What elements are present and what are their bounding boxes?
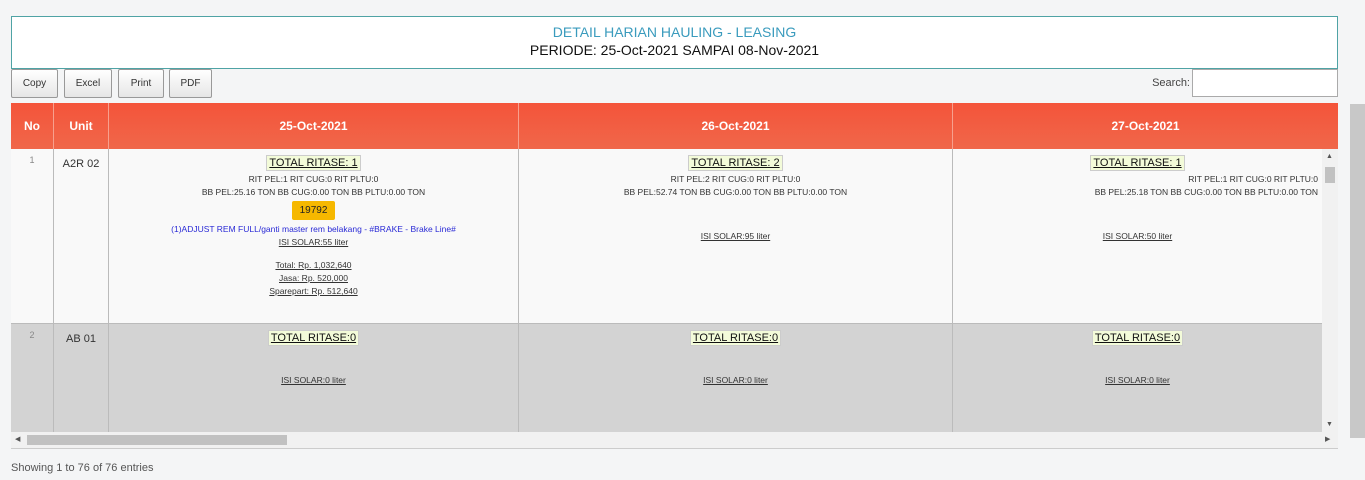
report-title-box: DETAIL HARIAN HAULING - LEASING PERIODE:… xyxy=(11,16,1338,69)
row-number: 1 xyxy=(11,149,54,323)
report-period: PERIODE: 25-Oct-2021 SAMPAI 08-Nov-2021 xyxy=(529,42,820,58)
total-ritase-link[interactable]: TOTAL RITASE:0 xyxy=(267,330,360,346)
solar-link[interactable]: ISI SOLAR:0 liter xyxy=(109,375,518,385)
day-cell: TOTAL RITASE:0 ISI SOLAR:0 liter xyxy=(953,324,1322,433)
tonnage-detail: BB PEL:52.74 TON BB CUG:0.00 TON BB PLTU… xyxy=(623,187,848,197)
data-table: No Unit 25-Oct-2021 26-Oct-2021 27-Oct-2… xyxy=(11,103,1338,449)
work-description: (1)ADJUST REM FULL/ganti master rem bela… xyxy=(171,224,456,234)
page-scrollbar[interactable] xyxy=(1350,104,1365,438)
search-label: Search: xyxy=(1152,77,1190,89)
vertical-scrollbar[interactable]: ▲ ▼ xyxy=(1322,149,1338,432)
column-header-day[interactable]: 25-Oct-2021 xyxy=(109,103,519,149)
total-ritase-link[interactable]: TOTAL RITASE: 1 xyxy=(1090,155,1185,171)
ritase-detail: RIT PEL:1 RIT CUG:0 RIT PLTU:0 xyxy=(1188,174,1318,184)
table-header: No Unit 25-Oct-2021 26-Oct-2021 27-Oct-2… xyxy=(11,103,1338,149)
vertical-scroll-thumb[interactable] xyxy=(1325,167,1335,183)
work-order-badge[interactable]: 19792 xyxy=(291,201,336,220)
excel-button[interactable]: Excel xyxy=(64,69,112,98)
arrow-up-icon[interactable]: ▲ xyxy=(1326,153,1333,160)
day-cell: TOTAL RITASE: 1 RIT PEL:1 RIT CUG:0 RIT … xyxy=(953,149,1322,323)
unit-name: A2R 02 xyxy=(54,149,109,323)
service-cost[interactable]: Jasa: Rp. 520,000 xyxy=(109,273,518,283)
sparepart-cost[interactable]: Sparepart: Rp. 512,640 xyxy=(109,286,518,296)
column-header-unit[interactable]: Unit xyxy=(54,103,109,149)
solar-link[interactable]: ISI SOLAR:50 liter xyxy=(953,231,1322,241)
search-input[interactable] xyxy=(1192,69,1338,97)
table-row: 1 A2R 02 TOTAL RITASE: 1 RIT PEL:1 RIT C… xyxy=(11,149,1322,324)
ritase-detail: RIT PEL:1 RIT CUG:0 RIT PLTU:0 xyxy=(248,174,379,184)
tonnage-detail: BB PEL:25.16 TON BB CUG:0.00 TON BB PLTU… xyxy=(201,187,426,197)
solar-link[interactable]: ISI SOLAR:95 liter xyxy=(519,231,952,241)
total-ritase-link[interactable]: TOTAL RITASE:0 xyxy=(689,330,782,346)
solar-link[interactable]: ISI SOLAR:55 liter xyxy=(109,237,518,247)
day-cell: TOTAL RITASE:0 ISI SOLAR:0 liter xyxy=(109,324,519,433)
column-header-day[interactable]: 27-Oct-2021 xyxy=(953,103,1338,149)
pdf-button[interactable]: PDF xyxy=(169,69,212,98)
tonnage-detail: BB PEL:25.18 TON BB CUG:0.00 TON BB PLTU… xyxy=(1094,187,1318,197)
total-ritase-link[interactable]: TOTAL RITASE: 1 xyxy=(266,155,361,171)
horizontal-scroll-thumb[interactable] xyxy=(27,435,287,445)
report-title: DETAIL HARIAN HAULING - LEASING xyxy=(552,24,797,40)
row-number: 2 xyxy=(11,324,54,433)
print-button[interactable]: Print xyxy=(118,69,164,98)
ritase-detail: RIT PEL:2 RIT CUG:0 RIT PLTU:0 xyxy=(670,174,801,184)
day-cell: TOTAL RITASE:0 ISI SOLAR:0 liter xyxy=(519,324,953,433)
arrow-down-icon[interactable]: ▼ xyxy=(1326,421,1333,428)
unit-name: AB 01 xyxy=(54,324,109,433)
solar-link[interactable]: ISI SOLAR:0 liter xyxy=(953,375,1322,385)
column-header-day[interactable]: 26-Oct-2021 xyxy=(519,103,953,149)
copy-button[interactable]: Copy xyxy=(11,69,58,98)
day-cell: TOTAL RITASE: 2 RIT PEL:2 RIT CUG:0 RIT … xyxy=(519,149,953,323)
total-ritase-link[interactable]: TOTAL RITASE:0 xyxy=(1091,330,1184,346)
day-cell: TOTAL RITASE: 1 RIT PEL:1 RIT CUG:0 RIT … xyxy=(109,149,519,323)
solar-link[interactable]: ISI SOLAR:0 liter xyxy=(519,375,952,385)
horizontal-scrollbar[interactable]: ◀ ▶ xyxy=(11,432,1338,448)
column-header-no[interactable]: No xyxy=(11,103,54,149)
table-info: Showing 1 to 76 of 76 entries xyxy=(11,462,154,474)
toolbar: Copy Excel Print PDF Search: xyxy=(11,69,1338,99)
total-ritase-link[interactable]: TOTAL RITASE: 2 xyxy=(688,155,783,171)
arrow-right-icon[interactable]: ▶ xyxy=(1325,435,1330,443)
table-row: 2 AB 01 TOTAL RITASE:0 ISI SOLAR:0 liter… xyxy=(11,324,1322,434)
total-cost[interactable]: Total: Rp. 1,032,640 xyxy=(109,260,518,270)
arrow-left-icon[interactable]: ◀ xyxy=(15,435,20,443)
